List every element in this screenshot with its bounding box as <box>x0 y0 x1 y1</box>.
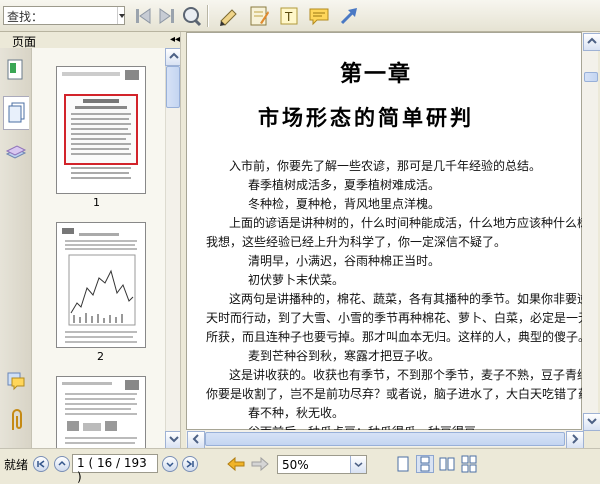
scroll-thumb[interactable] <box>166 66 180 108</box>
scroll-up-button[interactable] <box>583 33 600 51</box>
page-thumbnail-image <box>62 228 137 343</box>
note-icon[interactable] <box>248 5 270 27</box>
body-text-line: 初伏萝卜末伏菜。 <box>248 273 345 287</box>
go-forward-button[interactable] <box>250 455 270 473</box>
continuous-facing-icon <box>461 455 477 473</box>
chevron-left-icon <box>192 434 199 444</box>
chevron-up-icon <box>587 37 597 44</box>
body-text-line: 天时而行动，到了大雪、小雪的季节再种棉花、萝卜、白菜，必定是一无 <box>206 311 591 325</box>
status-text: 就绪 <box>4 458 29 472</box>
chevron-down-icon <box>169 436 179 443</box>
body-text-line: 这两句是讲播种的，棉花、蔬菜，各有其播种的季节。如果你非要逆 <box>229 292 590 306</box>
page-number-field[interactable]: 1 ( 16 / 193 ) <box>72 454 158 484</box>
zoom-dropdown-button[interactable] <box>350 456 366 473</box>
facing-pages-icon <box>439 457 455 471</box>
page-thumbnail-image <box>62 380 139 444</box>
continuous-facing-view-button[interactable] <box>460 455 478 473</box>
chapter-title: 市场形态的简单研判 <box>258 105 474 130</box>
page-thumbnail-image <box>62 70 139 179</box>
scroll-thumb[interactable] <box>205 432 565 446</box>
chevron-right-icon <box>572 434 579 444</box>
chevron-up-icon <box>169 52 179 59</box>
facing-view-button[interactable] <box>438 455 456 473</box>
body-text-line: 我想，这些经验已经上升为科学了，你一定深信不疑了。 <box>206 235 507 249</box>
bookmarks-tab-icon[interactable] <box>5 58 27 82</box>
comments-tab-icon[interactable] <box>5 370 27 392</box>
pages-tab-icon[interactable] <box>3 96 29 130</box>
zoom-select[interactable]: 50% <box>277 455 367 474</box>
search-input[interactable]: 查找： <box>3 6 125 25</box>
zoom-value: 50% <box>282 458 309 472</box>
page-thumbnail[interactable] <box>56 66 146 194</box>
scroll-right-button[interactable] <box>566 431 584 449</box>
text-box-icon[interactable]: T <box>278 5 300 27</box>
document-vertical-scrollbar[interactable] <box>582 32 598 430</box>
body-text-line: 你要是收割了，岂不是前功尽弃？或者说，脑子进水了，大白天吃错了药。 <box>206 387 600 401</box>
scroll-thumb[interactable] <box>584 72 598 82</box>
next-page-button[interactable] <box>162 456 178 472</box>
layers-tab-icon[interactable] <box>5 142 27 164</box>
first-page-button[interactable] <box>33 456 49 472</box>
next-result-icon[interactable] <box>156 5 178 27</box>
scroll-left-button[interactable] <box>187 431 205 449</box>
body-text-line: 春不种，秋无收。 <box>248 406 345 420</box>
body-text-line: 麦到芒种谷到秋，寒露才把豆子收。 <box>248 349 441 363</box>
continuous-page-icon <box>420 456 430 472</box>
select-icon[interactable] <box>218 5 240 27</box>
page-thumbnail[interactable] <box>56 222 146 348</box>
go-back-button[interactable] <box>226 455 246 473</box>
forward-arrow-icon <box>251 456 269 472</box>
last-page-icon <box>186 460 194 468</box>
back-arrow-icon <box>227 456 245 472</box>
chevron-down-icon <box>587 418 597 425</box>
find-icon[interactable] <box>180 5 202 27</box>
chevron-down-icon <box>119 14 125 18</box>
chevron-down-icon <box>166 462 174 468</box>
single-page-view-button[interactable] <box>394 455 412 473</box>
chevron-up-icon <box>58 460 66 466</box>
single-page-icon <box>397 456 409 472</box>
chevron-down-icon <box>354 462 363 467</box>
body-text-line: 清明早，小满迟，谷雨种棉正当时。 <box>248 254 441 268</box>
thumbnail-page-number: 1 <box>93 196 100 209</box>
svg-text:T: T <box>284 10 293 24</box>
thumbnail-page-number: 2 <box>97 350 104 363</box>
thumbnail-scrollbar[interactable] <box>165 48 180 448</box>
body-text-line: 春季植树成活多，夏季植树难成活。 <box>248 178 441 192</box>
page-thumbnail[interactable] <box>56 376 146 449</box>
body-text-line: 上面的谚语是讲种树的，什么时间种能成活，什么地方应该种什么树。 <box>229 216 600 230</box>
arrow-icon[interactable] <box>338 5 360 27</box>
body-text-line: 入市前，你要先了解一些农谚，那可是几千年经验的总结。 <box>229 159 542 173</box>
first-page-icon <box>37 460 45 468</box>
previous-page-button[interactable] <box>54 456 70 472</box>
toolbar-separator <box>207 5 209 27</box>
chapter-heading: 第一章 <box>340 61 413 87</box>
body-text-line: 所获，而且连种子也要亏掉。那才叫血本无归。这样的人，典型的傻子。 <box>206 330 591 344</box>
last-page-button[interactable] <box>182 456 198 472</box>
collapse-pane-button[interactable]: ◂◂ <box>170 34 180 45</box>
body-text-line: 这是讲收获的。收获也有季节，不到那个季节，麦子不熟，豆子青绿， <box>229 368 600 382</box>
comment-icon[interactable] <box>308 5 330 27</box>
attachments-tab-icon[interactable] <box>5 408 27 434</box>
body-text-line: 冬种检，夏种枪，背风地里点洋槐。 <box>248 197 441 211</box>
search-dropdown-button[interactable] <box>117 7 126 24</box>
prev-result-icon[interactable] <box>132 5 154 27</box>
continuous-view-button[interactable] <box>416 455 434 473</box>
scroll-down-button[interactable] <box>583 413 600 431</box>
